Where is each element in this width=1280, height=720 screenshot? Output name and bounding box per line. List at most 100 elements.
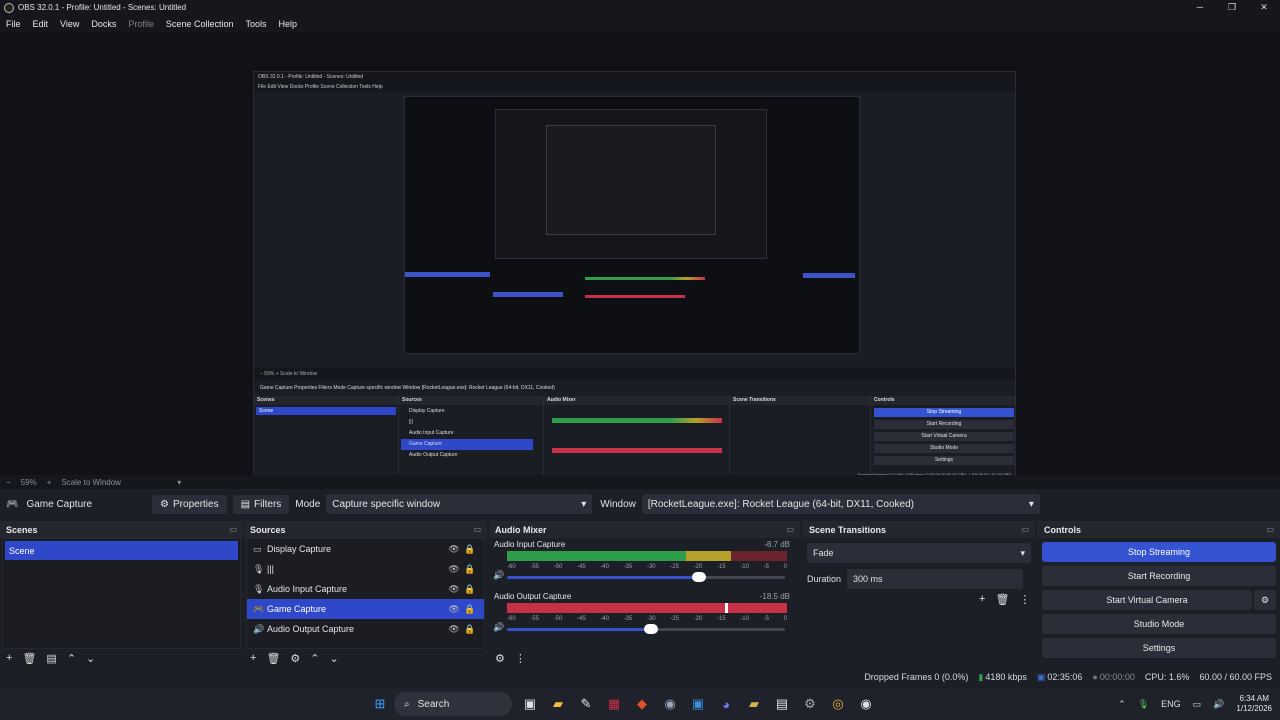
undock-icon[interactable]: ▭: [473, 525, 481, 534]
task-view-icon[interactable]: ▣: [520, 694, 540, 714]
menu-scene-collection[interactable]: Scene Collection: [166, 19, 234, 29]
menu-edit[interactable]: Edit: [33, 19, 49, 29]
minimize-icon[interactable]: ─: [1184, 0, 1216, 15]
taskbar-search[interactable]: ⌕ Search: [394, 692, 512, 716]
properties-button[interactable]: ⚙ Properties: [152, 494, 227, 514]
eye-icon[interactable]: 👁: [446, 604, 462, 615]
lock-icon[interactable]: 🔒: [462, 604, 478, 615]
filters-button[interactable]: ▤ Filters: [232, 494, 290, 514]
trash-icon[interactable]: 🗑: [266, 652, 280, 665]
trash-icon[interactable]: 🗑: [995, 593, 1009, 606]
speaker-icon[interactable]: 🔊: [493, 570, 504, 581]
mixer-title: Audio Mixer: [495, 524, 547, 535]
settings-gear-icon[interactable]: ⚙: [800, 694, 820, 714]
speaker-icon[interactable]: 🔊: [493, 622, 504, 633]
filter-icon[interactable]: ▤: [46, 652, 56, 665]
app-icon[interactable]: ▦: [604, 694, 624, 714]
gear-icon[interactable]: ⚙: [1254, 590, 1276, 610]
undock-icon[interactable]: ▭: [786, 525, 794, 534]
brave-browser-icon[interactable]: ◆: [632, 694, 652, 714]
search-icon: ⌕: [404, 698, 410, 710]
volume-slider-knob[interactable]: [644, 624, 658, 634]
source-item-audio-input[interactable]: 🎙 Audio Input Capture 👁 🔒: [247, 579, 484, 599]
network-icon[interactable]: ▭: [1193, 699, 1202, 710]
source-item-unnamed[interactable]: 🎙 ||| 👁 🔒: [247, 559, 484, 579]
trash-icon[interactable]: 🗑: [22, 652, 36, 665]
volume-slider-knob[interactable]: [692, 572, 706, 582]
undock-icon[interactable]: ▭: [229, 525, 237, 534]
preview-menu: File Edit View Docks Profile Scene Colle…: [254, 83, 1015, 92]
add-icon[interactable]: +: [250, 652, 256, 664]
obs-icon[interactable]: ◉: [856, 694, 876, 714]
lock-icon[interactable]: 🔒: [462, 584, 478, 595]
zoom-out-button[interactable]: −: [6, 478, 11, 487]
file-explorer-icon[interactable]: ▰: [548, 694, 568, 714]
menu-dots-icon[interactable]: ⋮: [1019, 593, 1030, 606]
filter-icon: ▤: [240, 498, 251, 510]
microphone-icon[interactable]: 🎙: [1138, 699, 1149, 710]
arrow-up-icon[interactable]: ⌃: [67, 652, 76, 665]
arrow-down-icon[interactable]: ⌄: [86, 652, 95, 665]
stream-icon: ▣: [1036, 671, 1046, 682]
pen-icon[interactable]: ✎: [576, 694, 596, 714]
gear-icon[interactable]: ⚙: [290, 652, 300, 665]
audio-mixer-dock: Audio Mixer ▭ Audio Input Capture -8.7 dB…: [489, 521, 800, 667]
add-icon[interactable]: +: [979, 593, 985, 606]
transition-select[interactable]: Fade ▾: [807, 543, 1031, 563]
selected-source-name: Game Capture: [26, 498, 93, 510]
eye-icon[interactable]: 👁: [446, 624, 462, 635]
mode-select[interactable]: Capture specific window ▾: [326, 494, 593, 514]
arrow-up-icon[interactable]: ⌃: [310, 652, 319, 665]
lock-icon[interactable]: 🔒: [462, 564, 478, 575]
menu-file[interactable]: File: [6, 19, 21, 29]
volume-slider-track[interactable]: [507, 628, 647, 631]
studio-mode-button[interactable]: Studio Mode: [1042, 614, 1276, 634]
menu-profile[interactable]: Profile: [128, 19, 154, 29]
start-recording-button[interactable]: Start Recording: [1042, 566, 1276, 586]
folder-icon[interactable]: ▰: [744, 694, 764, 714]
source-item-audio-output[interactable]: 🔊 Audio Output Capture 👁 🔒: [247, 619, 484, 639]
volume-icon[interactable]: 🔊: [1213, 699, 1224, 710]
zoom-in-button[interactable]: +: [47, 478, 52, 487]
settings-button[interactable]: Settings: [1042, 638, 1276, 658]
arrow-down-icon[interactable]: ⌄: [330, 652, 339, 665]
undock-icon[interactable]: ▭: [1266, 525, 1274, 534]
eye-icon[interactable]: 👁: [446, 544, 462, 555]
scene-item[interactable]: Scene: [5, 541, 238, 560]
discord-icon[interactable]: ◕: [716, 694, 736, 714]
close-icon[interactable]: ✕: [1248, 0, 1280, 15]
stop-streaming-button[interactable]: Stop Streaming: [1042, 542, 1276, 562]
volume-slider-track[interactable]: [507, 576, 699, 579]
menu-help[interactable]: Help: [278, 19, 297, 29]
chrome-icon[interactable]: ◎: [828, 694, 848, 714]
windows-start-icon[interactable]: ⊞: [370, 694, 390, 714]
menu-bar: File Edit View Docks Profile Scene Colle…: [0, 15, 1280, 33]
scale-select[interactable]: Scale to Window ▾: [61, 478, 191, 487]
language-indicator[interactable]: ENG: [1161, 699, 1181, 709]
steam-icon[interactable]: ◉: [660, 694, 680, 714]
chevron-up-icon[interactable]: ⌃: [1118, 699, 1126, 710]
app-window-icon[interactable]: ▣: [688, 694, 708, 714]
menu-docks[interactable]: Docks: [91, 19, 116, 29]
window-controls: ─ ❐ ✕: [1184, 0, 1280, 15]
source-item-game-capture[interactable]: 🎮 Game Capture 👁 🔒: [247, 599, 484, 619]
app-icon[interactable]: ▤: [772, 694, 792, 714]
eye-icon[interactable]: 👁: [446, 584, 462, 595]
undock-icon[interactable]: ▭: [1021, 525, 1029, 534]
stream-time: 02:35:06: [1047, 672, 1083, 682]
start-virtual-camera-button[interactable]: Start Virtual Camera: [1042, 590, 1252, 610]
lock-icon[interactable]: 🔒: [462, 624, 478, 635]
menu-view[interactable]: View: [60, 19, 79, 29]
preview-canvas[interactable]: OBS 32.0.1 - Profile: Untitled - Scenes:…: [0, 33, 1280, 502]
advanced-audio-icon[interactable]: ⚙: [495, 652, 505, 665]
menu-tools[interactable]: Tools: [245, 19, 266, 29]
source-item-display-capture[interactable]: ▭ Display Capture 👁 🔒: [247, 539, 484, 559]
maximize-icon[interactable]: ❐: [1216, 0, 1248, 15]
clock[interactable]: 6:34 AM 1/12/2026: [1236, 694, 1272, 714]
eye-icon[interactable]: 👁: [446, 564, 462, 575]
menu-dots-icon[interactable]: ⋮: [515, 652, 526, 665]
add-icon[interactable]: +: [6, 652, 12, 664]
lock-icon[interactable]: 🔒: [462, 544, 478, 555]
window-select[interactable]: [RocketLeague.exe]: Rocket League (64-bi…: [641, 494, 1040, 514]
duration-input[interactable]: 300 ms: [847, 569, 1024, 589]
